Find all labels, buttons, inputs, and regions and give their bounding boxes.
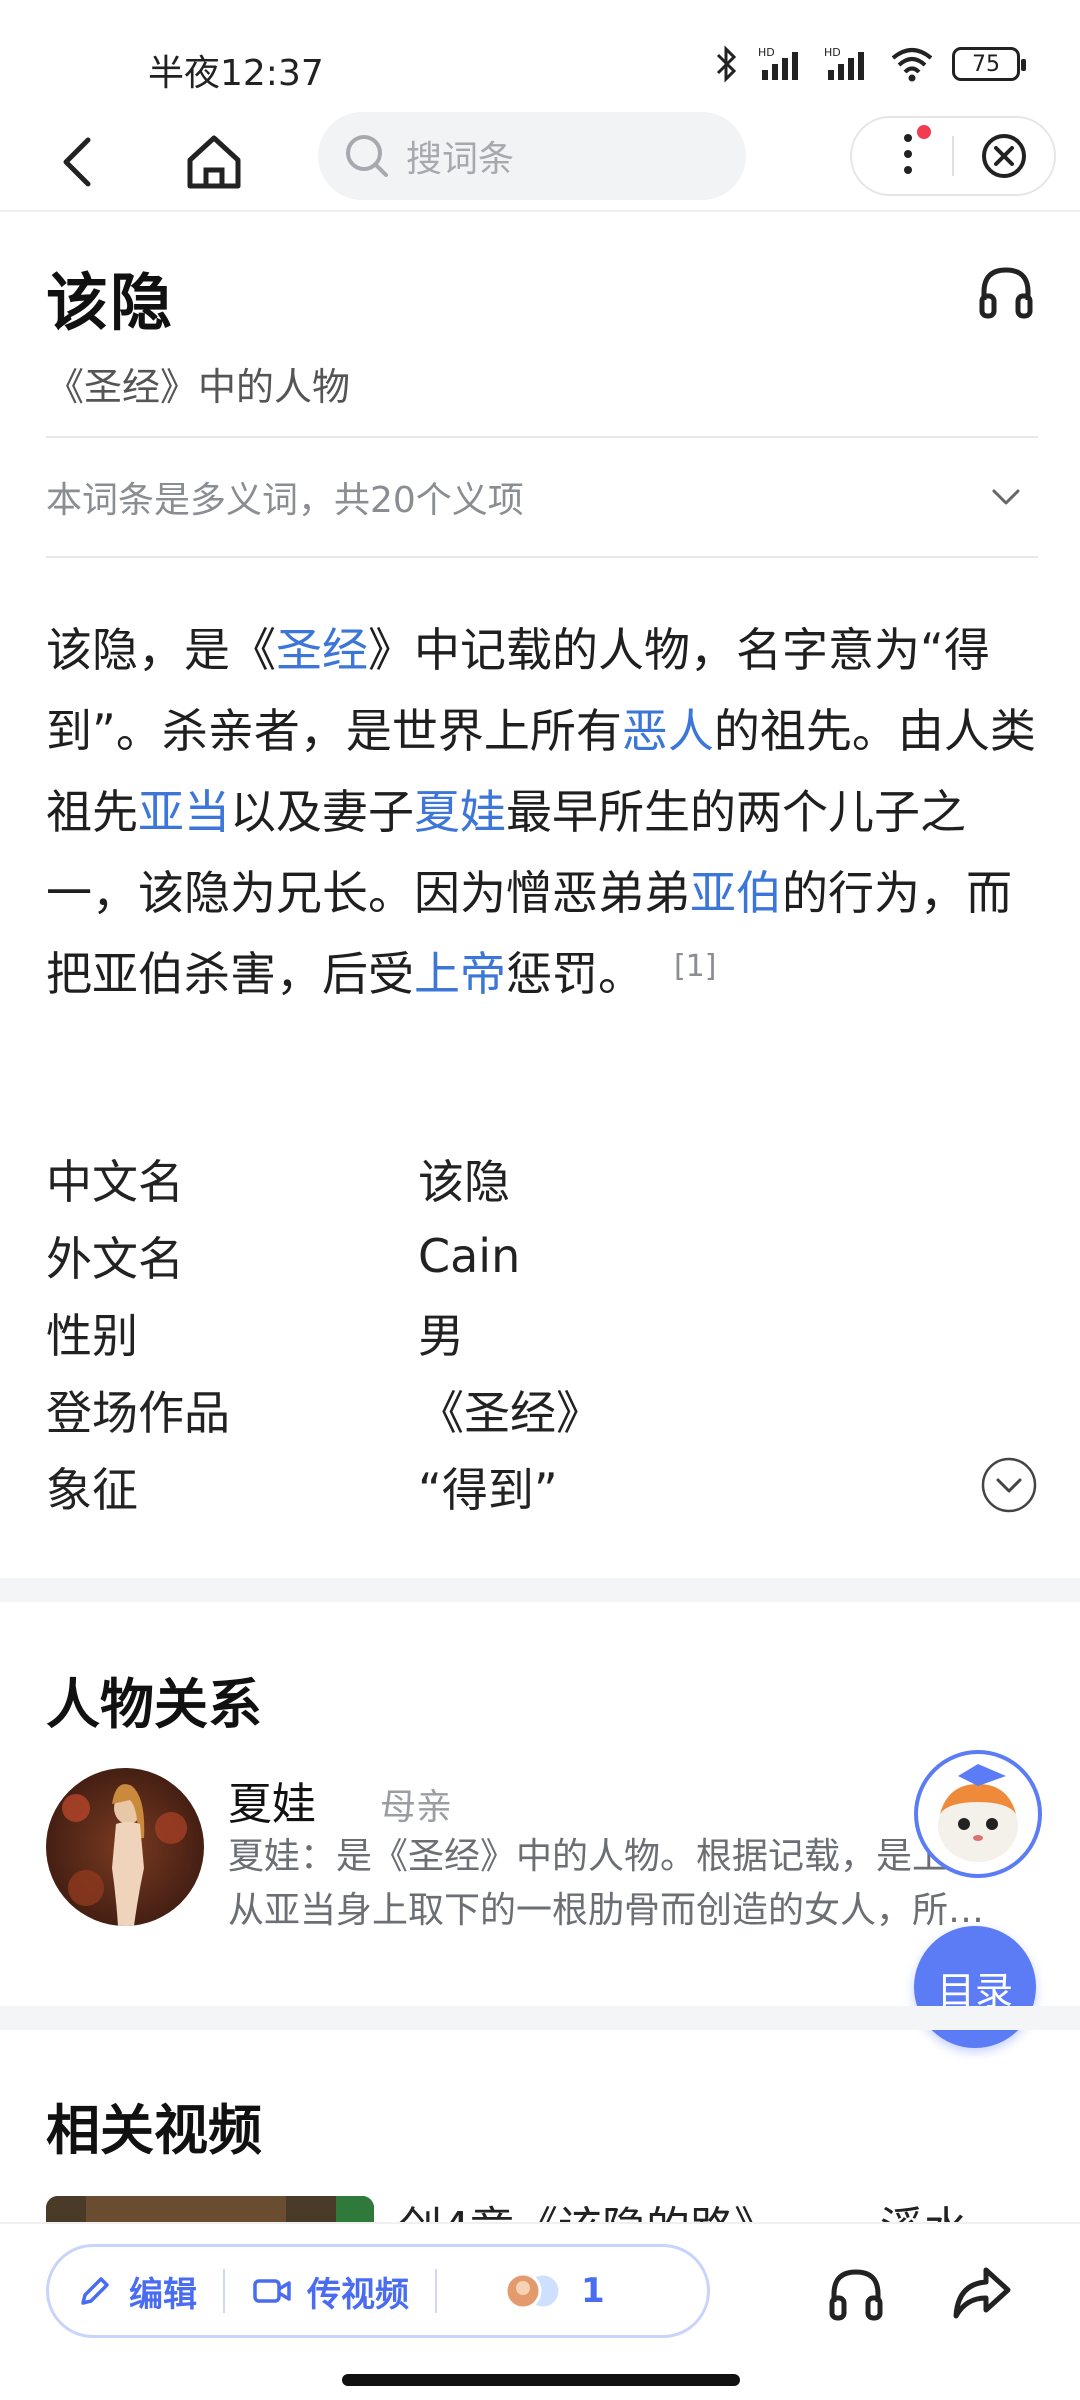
section-heading-relations: 人物关系: [46, 1673, 262, 1736]
section-divider: [0, 1578, 1080, 1602]
info-value: “得到”: [418, 1462, 558, 1517]
listen-button[interactable]: [976, 262, 1036, 322]
info-key: 象征: [46, 1462, 138, 1517]
link-yadang[interactable]: 亚当: [138, 785, 230, 839]
info-key: 中文名: [46, 1154, 184, 1209]
back-button[interactable]: [50, 132, 110, 192]
section-heading-videos: 相关视频: [46, 2099, 262, 2162]
upload-video-label: 传视频: [307, 2274, 409, 2315]
more-vertical-icon: [904, 125, 931, 174]
avatar: [46, 1768, 204, 1926]
signal-icon: HD: [758, 46, 798, 80]
entry-subtitle: 《圣经》中的人物: [46, 365, 351, 409]
contributors-button[interactable]: 1: [437, 2247, 631, 2335]
info-value: 该隐: [418, 1154, 510, 1209]
home-icon: [187, 135, 241, 189]
summary-text: 以及妻子: [230, 785, 414, 839]
svg-text:HD: HD: [758, 46, 775, 59]
share-arrow-icon: [953, 2267, 1011, 2319]
polysemy-selector[interactable]: 本词条是多义词，共20个义项: [46, 436, 1038, 558]
search-placeholder: 搜词条: [406, 139, 515, 180]
link-yabo[interactable]: 亚伯: [690, 866, 782, 920]
info-value: 男: [418, 1308, 464, 1363]
page-title: 该隐: [46, 266, 175, 339]
polysemy-text: 本词条是多义词，共20个义项: [46, 480, 524, 521]
info-value: Cain: [418, 1228, 521, 1283]
close-button[interactable]: [954, 118, 1054, 194]
info-row: 性别 男: [46, 1294, 1038, 1371]
section-divider: [0, 2006, 1080, 2030]
status-time: 半夜12:37: [148, 53, 324, 94]
svg-text:HD: HD: [824, 46, 841, 59]
link-eren[interactable]: 恶人: [622, 704, 714, 758]
info-row: 外文名 Cain: [46, 1217, 1038, 1294]
bluetooth-icon: [716, 45, 737, 83]
link-shengjing[interactable]: 圣经: [276, 623, 368, 677]
signal-icon-2: HD: [824, 46, 864, 80]
infobox: 中文名 该隐 外文名 Cain 性别 男 登场作品 《圣经》 象征 “得到”: [46, 1140, 1038, 1525]
share-button[interactable]: [950, 2260, 1014, 2324]
assistant-mascot-button[interactable]: [914, 1750, 1042, 1878]
chevron-down-circle-icon: [981, 1457, 1037, 1513]
mini-program-capsule: [850, 116, 1056, 196]
info-row: 象征 “得到”: [46, 1448, 1038, 1525]
relation-person-name: 夏娃: [228, 1779, 316, 1830]
info-key: 外文名: [46, 1231, 184, 1286]
video-camera-icon: [253, 2279, 291, 2303]
more-button[interactable]: [852, 118, 952, 194]
back-arrow-icon: [63, 137, 91, 187]
edit-button[interactable]: 编辑: [49, 2247, 223, 2335]
infobox-expand-button[interactable]: [980, 1456, 1038, 1514]
relation-type: 母亲: [380, 1787, 453, 1828]
hamster-mascot-icon: [938, 1764, 1018, 1862]
contributors-count: 1: [581, 2271, 605, 2311]
status-icons: HD HD 75: [714, 44, 1026, 84]
entry-summary: 该隐，是《圣经》中记载的人物，名字意为“得到”。杀亲者，是世界上所有恶人的祖先。…: [46, 610, 1046, 1015]
edit-label: 编辑: [129, 2274, 197, 2315]
eve-portrait-image: [46, 1768, 204, 1926]
link-shangdi[interactable]: 上帝: [414, 947, 506, 1001]
chevron-down-icon: [992, 489, 1020, 505]
info-value: 《圣经》: [418, 1385, 602, 1440]
top-navigation: 搜词条: [0, 108, 1080, 212]
listen-bottom-button[interactable]: [826, 2264, 886, 2324]
summary-text: 惩罚。: [506, 947, 644, 1001]
reference-marker[interactable]: [1]: [674, 949, 717, 984]
home-indicator: [342, 2374, 740, 2386]
headphones-icon: [979, 267, 1033, 319]
contributor-avatars-icon: [504, 2272, 562, 2310]
wifi-icon: [891, 48, 933, 82]
battery-indicator: 75: [952, 47, 1026, 81]
info-key: 登场作品: [46, 1385, 230, 1440]
link-xiawa[interactable]: 夏娃: [414, 785, 506, 839]
upload-video-button[interactable]: 传视频: [225, 2247, 435, 2335]
relation-card[interactable]: 夏娃 母亲 夏娃：是《圣经》中的人物。根据记载，是上帝 从亚当身上取下的一根肋骨…: [46, 1768, 1036, 1931]
bottom-action-bar: 编辑 传视频 1: [0, 2222, 1080, 2400]
pencil-icon: [81, 2277, 109, 2305]
summary-text: 该隐，是《: [46, 623, 276, 677]
home-button[interactable]: [182, 130, 246, 194]
action-pill: 编辑 传视频 1: [46, 2244, 710, 2338]
info-row: 登场作品 《圣经》: [46, 1371, 1038, 1448]
search-icon: [346, 135, 388, 177]
close-circle-icon: [982, 134, 1026, 178]
headphones-icon: [829, 2269, 883, 2321]
info-key: 性别: [46, 1308, 138, 1363]
search-input[interactable]: 搜词条: [318, 112, 746, 200]
info-row: 中文名 该隐: [46, 1140, 1038, 1217]
